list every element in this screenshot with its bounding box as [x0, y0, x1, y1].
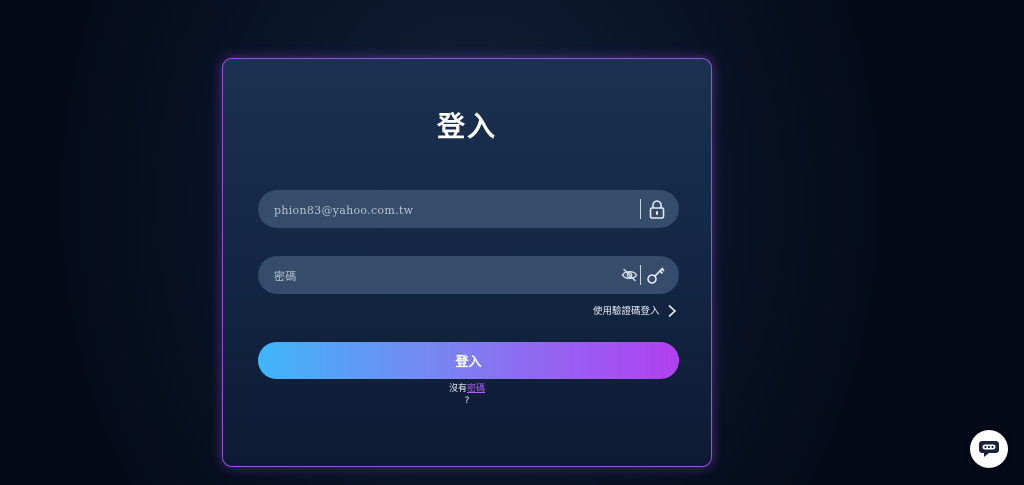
field-divider: [640, 199, 641, 219]
chat-button[interactable]: [970, 430, 1008, 468]
chevron-right-icon[interactable]: [667, 304, 677, 318]
email-field-wrapper: [258, 190, 679, 230]
no-account-link[interactable]: 密碼: [467, 384, 485, 394]
lock-icon: [649, 200, 665, 219]
email-input[interactable]: [272, 190, 616, 230]
login-submit-button[interactable]: 登入: [258, 342, 679, 379]
field-divider: [640, 265, 641, 285]
otp-login-link[interactable]: 使用驗證碼登入: [593, 303, 660, 317]
no-account-text: 沒有密碼: [223, 381, 711, 394]
eye-slash-icon[interactable]: [621, 267, 638, 283]
chat-bubble-icon: [979, 441, 999, 457]
login-card: 登入 使用驗證碼登入 登入 沒有密碼 ?: [222, 58, 712, 467]
page-title: 登入: [436, 110, 497, 143]
no-account-prefix: 沒有: [448, 384, 467, 394]
password-input[interactable]: [272, 256, 616, 296]
key-icon: [647, 267, 665, 284]
password-field-wrapper: [258, 256, 679, 296]
no-account-question-mark: ?: [464, 396, 470, 406]
